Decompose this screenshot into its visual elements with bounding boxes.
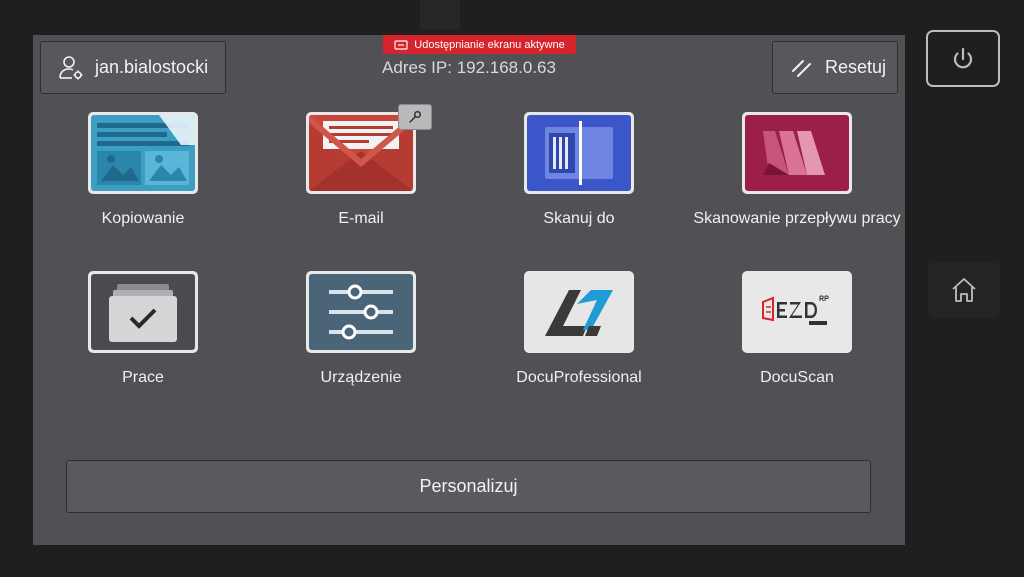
ip-address: Adres IP: 192.168.0.63 [382, 58, 556, 77]
user-name: jan.bialostocki [95, 57, 209, 77]
docuprofessional-logo [527, 274, 631, 350]
docuscan-logo [745, 274, 849, 350]
reset-button[interactable]: Resetuj [772, 41, 898, 94]
screen-sharing-banner: Udostępnianie ekranu aktywne [383, 35, 576, 54]
app-label: DocuScan [760, 369, 834, 386]
scan-to-icon [527, 115, 631, 191]
email-icon-box [306, 104, 432, 194]
app-tile-workflow-scan[interactable]: Skanowanie przepływu pracy [687, 112, 907, 252]
app-tile-email[interactable]: E-mail [251, 104, 471, 252]
power-button[interactable] [926, 30, 1000, 87]
app-label: Skanowanie przepływu pracy [693, 210, 901, 227]
app-tile-scan-to[interactable]: Skanuj do [469, 112, 689, 252]
workflow-scan-icon [745, 115, 849, 191]
reset-icon [792, 59, 811, 77]
app-tile-docuprofessional[interactable]: DocuProfessional [469, 271, 689, 411]
app-label: Prace [122, 369, 164, 386]
jobs-icon [91, 274, 195, 350]
copy-icon-box [88, 112, 198, 194]
jobs-icon-box [88, 271, 198, 353]
power-icon [953, 47, 973, 68]
user-settings-icon [59, 55, 83, 79]
app-tile-device[interactable]: Urządzenie [251, 271, 471, 411]
home-button[interactable] [928, 262, 1000, 318]
docuprofessional-icon-box [524, 271, 634, 353]
docuscan-icon-box [742, 271, 852, 353]
wrench-icon [409, 111, 421, 123]
device-icon [309, 274, 413, 350]
main-screen: jan.bialostocki Udostępnianie ekranu akt… [33, 35, 905, 545]
app-tile-docuscan[interactable]: DocuScan [687, 271, 907, 411]
app-tile-jobs[interactable]: Prace [33, 271, 253, 411]
app-label: Kopiowanie [101, 210, 185, 227]
reset-label: Resetuj [825, 57, 887, 77]
scan-to-icon-box [524, 112, 634, 194]
app-tile-copy[interactable]: Kopiowanie [33, 112, 253, 252]
screen-share-icon [394, 39, 408, 50]
bezel-notch [420, 0, 460, 30]
app-label: DocuProfessional [516, 369, 642, 386]
user-account-button[interactable]: jan.bialostocki [40, 41, 226, 94]
personalize-label: Personalizuj [419, 476, 518, 496]
personalize-button[interactable]: Personalizuj [66, 460, 871, 513]
home-icon [952, 278, 976, 302]
workflow-scan-icon-box [742, 112, 852, 194]
device-icon-box [306, 271, 416, 353]
app-label: Skanuj do [543, 210, 615, 227]
customize-wrench-badge[interactable] [398, 104, 432, 130]
copy-icon [91, 115, 195, 191]
screen-sharing-text: Udostępnianie ekranu aktywne [414, 38, 565, 51]
app-label: Urządzenie [320, 369, 402, 386]
app-label: E-mail [338, 210, 384, 227]
